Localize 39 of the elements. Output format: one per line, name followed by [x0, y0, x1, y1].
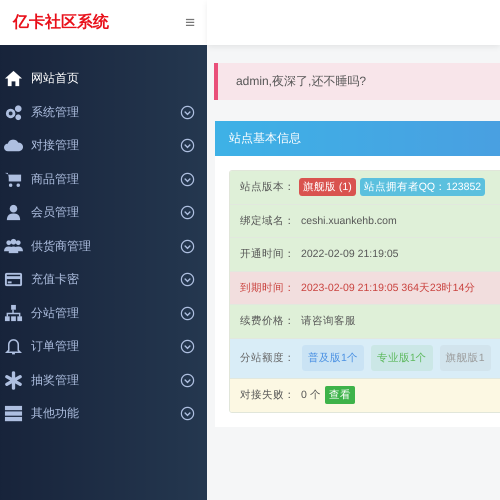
field-label: 到期时间：	[240, 280, 295, 295]
badge: 旗舰版 (1)	[299, 178, 356, 196]
quota-tag: 专业版1个	[370, 345, 433, 371]
field-value: ceshi.xuankehb.com	[301, 214, 397, 227]
greeting-alert: admin,夜深了,还不睡吗?	[214, 63, 500, 100]
site-logo: 亿卡社区系统	[13, 12, 109, 33]
sitemap-icon	[4, 304, 23, 323]
field-value: 2022-02-09 21:19:05	[301, 248, 398, 260]
field-label: 站点版本：	[240, 180, 295, 194]
bell-icon	[4, 337, 23, 356]
sidebar-item[interactable]: 会员管理	[0, 196, 207, 230]
sidebar-item[interactable]: 供货商管理	[0, 230, 207, 263]
field-value: 2023-02-09 21:19:05 364天23时14分	[301, 280, 476, 295]
home-icon	[4, 69, 23, 88]
field-value: 请咨询客服	[301, 314, 356, 328]
field-label: 开通时间：	[240, 247, 295, 262]
sidebar-item[interactable]: 充值卡密	[0, 263, 207, 296]
quota-tag: 旗舰版1	[440, 345, 491, 371]
field-label: 分站额度：	[240, 351, 295, 365]
card-header: 站点基本信息	[215, 121, 500, 156]
field-label: 对接失败：	[240, 388, 295, 402]
sidebar-item[interactable]: 商品管理	[0, 162, 207, 196]
sidebar-item[interactable]: 网站首页	[0, 62, 207, 96]
quota-tag: 普及版1个	[302, 345, 364, 371]
field-label: 绑定域名：	[240, 214, 295, 228]
sidebar-item[interactable]: 分站管理	[0, 296, 207, 330]
sidebar-item[interactable]: 其他功能	[0, 397, 207, 430]
menu-icon[interactable]: ≡	[185, 14, 195, 31]
asterisk-icon	[4, 370, 23, 390]
sidebar-item[interactable]: 系统管理	[0, 96, 207, 129]
sidebar-item[interactable]: 抽奖管理	[0, 364, 207, 397]
server-icon	[4, 404, 23, 424]
badge: 站点拥有者QQ：123852	[360, 178, 486, 196]
field-label: 续费价格：	[240, 314, 295, 328]
user-icon	[4, 203, 23, 222]
users-icon	[4, 236, 23, 256]
sidebar-item[interactable]: 订单管理	[0, 330, 207, 364]
sidebar-item[interactable]: 对接管理	[0, 129, 207, 162]
field-value: 0 个	[301, 388, 321, 402]
